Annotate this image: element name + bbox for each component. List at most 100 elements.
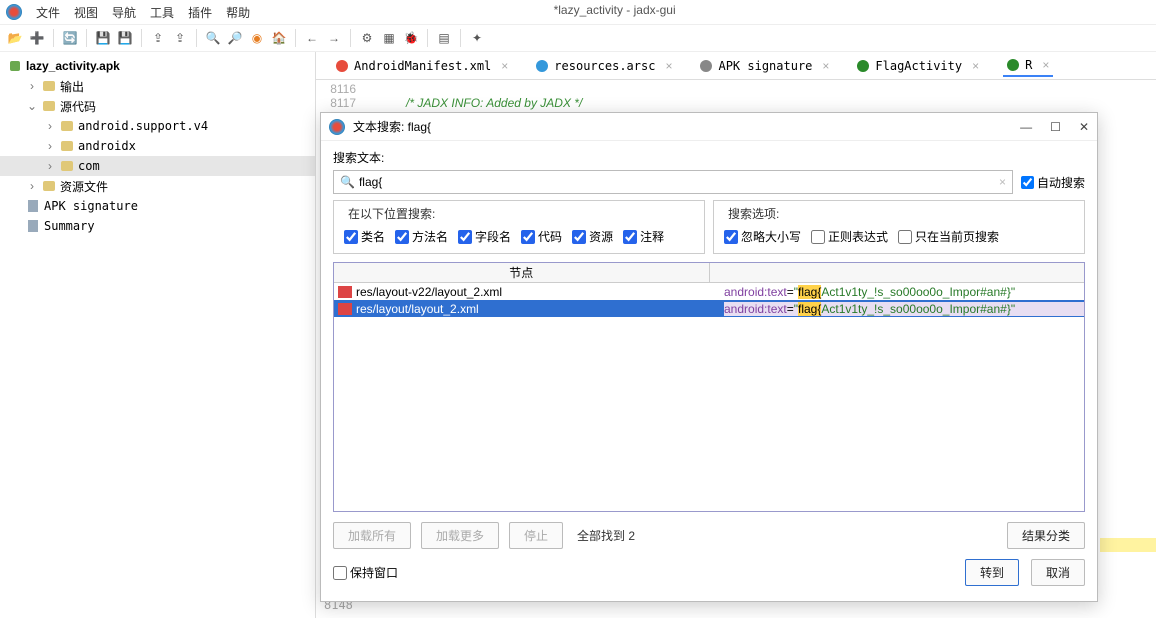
tree-root[interactable]: lazy_activity.apk: [0, 56, 315, 76]
gear-icon[interactable]: ⚙: [358, 29, 376, 47]
find-icon[interactable]: 🔎: [226, 29, 244, 47]
menu-plugins[interactable]: 插件: [188, 4, 212, 21]
close-icon[interactable]: ×: [822, 59, 829, 73]
results-count: 全部找到 2: [577, 527, 635, 544]
toolbar: 📂 ➕ 🔄 💾 💾 ⇪ ⇪ 🔍 🔎 ◉ 🏠 ← → ⚙ ▦ 🐞 ▤ ✦: [0, 24, 1156, 52]
col-code[interactable]: [710, 263, 1085, 282]
result-row[interactable]: res/layout-v22/layout_2.xml android:text…: [334, 283, 1084, 300]
tree-pkg3[interactable]: › com: [0, 156, 315, 176]
wand-icon[interactable]: ✦: [468, 29, 486, 47]
folder-icon: [61, 161, 73, 171]
tree-output[interactable]: › 输出: [0, 76, 315, 96]
classify-button[interactable]: 结果分类: [1007, 522, 1085, 549]
cb-field[interactable]: 字段名: [458, 228, 511, 245]
dialog-footer: 保持窗口 转到 取消: [321, 559, 1097, 598]
box-icon[interactable]: ▦: [380, 29, 398, 47]
tree-label: 资源文件: [60, 178, 108, 195]
cb-regex[interactable]: 正则表达式: [811, 228, 888, 245]
open-icon[interactable]: 📂: [6, 29, 24, 47]
fieldset-title: 搜索选项:: [724, 205, 783, 222]
auto-search-checkbox[interactable]: 自动搜索: [1021, 174, 1085, 191]
maximize-icon[interactable]: ☐: [1050, 120, 1061, 134]
text-search-dialog: 文本搜索: flag{ — ☐ ✕ 搜索文本: 🔍 × 自动搜索 在以下位置搜索…: [320, 112, 1098, 602]
add-icon[interactable]: ➕: [28, 29, 46, 47]
load-all-button[interactable]: 加载所有: [333, 522, 411, 549]
tree-label: 输出: [60, 78, 84, 95]
xml-icon: [338, 303, 352, 315]
menu-tools[interactable]: 工具: [150, 4, 174, 21]
tree-summary[interactable]: Summary: [0, 216, 315, 236]
menu-file[interactable]: 文件: [36, 4, 60, 21]
bug-icon[interactable]: 🐞: [402, 29, 420, 47]
load-more-button[interactable]: 加载更多: [421, 522, 499, 549]
close-icon[interactable]: ×: [972, 59, 979, 73]
project-tree[interactable]: lazy_activity.apk › 输出 ⌄ 源代码 › android.s…: [0, 52, 316, 618]
chevron-right-icon[interactable]: ›: [44, 159, 56, 173]
result-row-selected[interactable]: res/layout/layout_2.xml android:text="fl…: [334, 300, 1084, 317]
home-icon[interactable]: 🏠: [270, 29, 288, 47]
dialog-titlebar[interactable]: 文本搜索: flag{ — ☐ ✕: [321, 113, 1097, 141]
minimize-icon[interactable]: —: [1020, 120, 1032, 134]
tree-pkg1[interactable]: › android.support.v4: [0, 116, 315, 136]
goto-button[interactable]: 转到: [965, 559, 1019, 586]
close-icon[interactable]: ×: [665, 59, 672, 73]
close-icon[interactable]: ×: [501, 59, 508, 73]
code-comment: /* JADX INFO: Added by JADX */: [406, 96, 582, 110]
tab-resources[interactable]: resources.arsc×: [532, 56, 676, 76]
tree-apksig[interactable]: APK signature: [0, 196, 315, 216]
export2-icon[interactable]: ⇪: [171, 29, 189, 47]
xml-icon: [336, 60, 348, 72]
col-node[interactable]: 节点: [334, 263, 710, 282]
search-locations-fieldset: 在以下位置搜索: 类名 方法名 字段名 代码 资源 注释: [333, 200, 705, 254]
tree-source[interactable]: ⌄ 源代码: [0, 96, 315, 116]
close-icon[interactable]: ✕: [1079, 120, 1089, 134]
tree-root-label: lazy_activity.apk: [26, 59, 120, 73]
match-rest: Act1v1ty_!s_so00oo0o_Impor#an#}: [821, 302, 1010, 316]
chevron-right-icon[interactable]: ›: [26, 79, 38, 93]
sig-icon: [700, 60, 712, 72]
save-icon[interactable]: 💾: [94, 29, 112, 47]
search-input[interactable]: [359, 175, 995, 189]
refresh-icon[interactable]: 🔄: [61, 29, 79, 47]
saveall-icon[interactable]: 💾: [116, 29, 134, 47]
tab-flagactivity[interactable]: FlagActivity ×: [853, 56, 983, 76]
globe-icon[interactable]: ◉: [248, 29, 266, 47]
tab-label: R: [1025, 58, 1032, 72]
checkbox[interactable]: [1021, 176, 1034, 189]
search-icon[interactable]: 🔍: [204, 29, 222, 47]
clear-icon[interactable]: ×: [999, 175, 1006, 189]
stop-button[interactable]: 停止: [509, 522, 563, 549]
cb-code[interactable]: 代码: [521, 228, 562, 245]
tree-resources[interactable]: › 资源文件: [0, 176, 315, 196]
tab-label: FlagActivity: [875, 59, 962, 73]
back-icon[interactable]: ←: [303, 29, 321, 47]
tab-r[interactable]: R×: [1003, 55, 1053, 77]
cb-class[interactable]: 类名: [344, 228, 385, 245]
cb-comment[interactable]: 注释: [623, 228, 664, 245]
class-icon: [1007, 59, 1019, 71]
cb-resource[interactable]: 资源: [572, 228, 613, 245]
chevron-down-icon[interactable]: ⌄: [26, 99, 38, 113]
tab-label: AndroidManifest.xml: [354, 59, 491, 73]
export-icon[interactable]: ⇪: [149, 29, 167, 47]
cancel-button[interactable]: 取消: [1031, 559, 1085, 586]
chevron-right-icon[interactable]: ›: [26, 179, 38, 193]
tab-manifest[interactable]: AndroidManifest.xml ×: [332, 56, 512, 76]
menu-help[interactable]: 帮助: [226, 4, 250, 21]
tab-apksig[interactable]: APK signature×: [696, 56, 833, 76]
menu-nav[interactable]: 导航: [112, 4, 136, 21]
menu-view[interactable]: 视图: [74, 4, 98, 21]
match-highlight: flag{: [798, 285, 821, 299]
search-options-fieldset: 搜索选项: 忽略大小写 正则表达式 只在当前页搜索: [713, 200, 1085, 254]
list-icon[interactable]: ▤: [435, 29, 453, 47]
keep-window-checkbox[interactable]: 保持窗口: [333, 564, 398, 581]
forward-icon[interactable]: →: [325, 29, 343, 47]
chevron-right-icon[interactable]: ›: [44, 139, 56, 153]
cb-ignorecase[interactable]: 忽略大小写: [724, 228, 801, 245]
close-icon[interactable]: ×: [1042, 58, 1049, 72]
chevron-right-icon[interactable]: ›: [44, 119, 56, 133]
tree-pkg2[interactable]: › androidx: [0, 136, 315, 156]
results-table[interactable]: 节点 res/layout-v22/layout_2.xml android:t…: [333, 262, 1085, 512]
cb-method[interactable]: 方法名: [395, 228, 448, 245]
cb-current[interactable]: 只在当前页搜索: [898, 228, 999, 245]
